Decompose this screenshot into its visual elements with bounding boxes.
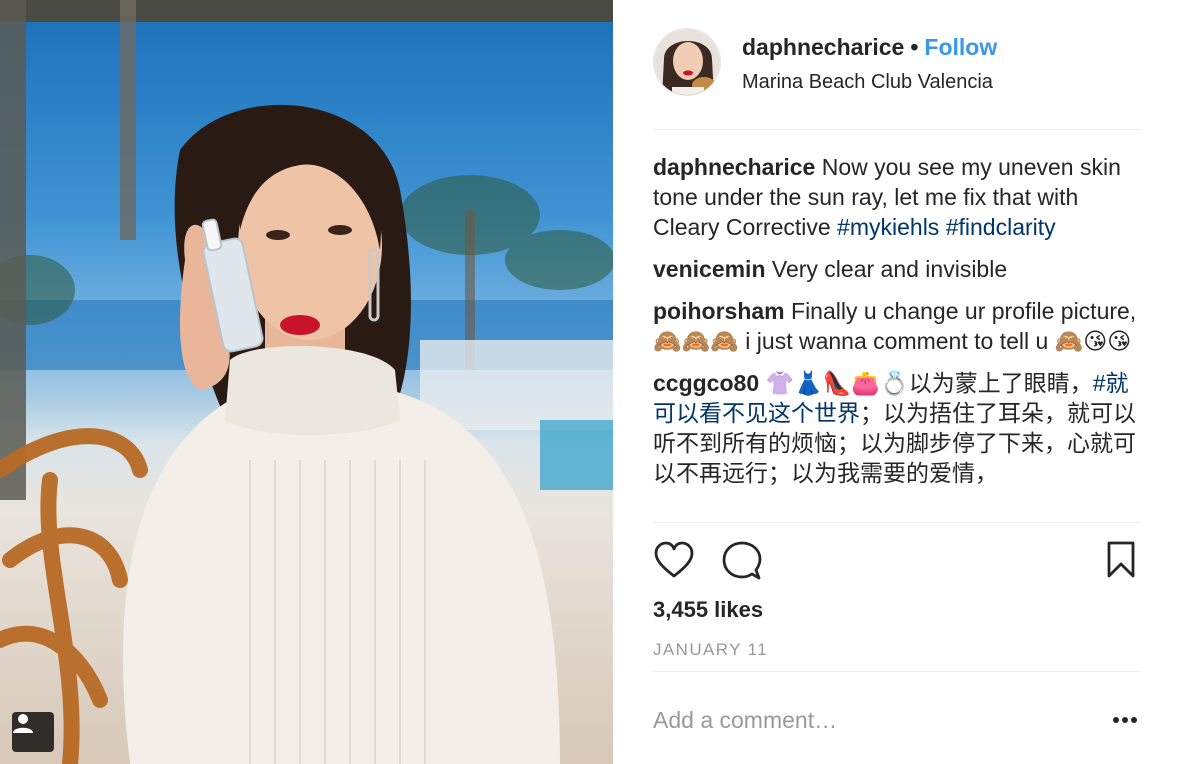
comment-item: poihorsham Finally u change ur profile p… bbox=[653, 296, 1141, 356]
footer-divider bbox=[653, 671, 1141, 672]
more-options-button[interactable] bbox=[1111, 712, 1141, 728]
add-comment-input[interactable] bbox=[653, 700, 1073, 740]
person-tag-icon bbox=[13, 714, 33, 733]
separator-dot: • bbox=[910, 34, 919, 60]
photo-illustration bbox=[0, 0, 613, 764]
ellipsis-icon bbox=[1113, 717, 1137, 723]
avatar-image bbox=[654, 29, 720, 95]
comment-item: venicemin Very clear and invisible bbox=[653, 254, 1141, 284]
user-tag-button[interactable] bbox=[12, 712, 54, 752]
action-bar bbox=[653, 540, 1141, 584]
post-photo[interactable] bbox=[0, 0, 613, 764]
post-date[interactable]: JANUARY 11 bbox=[653, 640, 768, 660]
comment-username[interactable]: ccggco80 bbox=[653, 370, 759, 396]
speech-bubble-icon bbox=[722, 541, 762, 580]
header-divider bbox=[653, 129, 1141, 130]
comment-button[interactable] bbox=[721, 540, 763, 587]
comment-text: Very clear and invisible bbox=[771, 256, 1008, 282]
location-link[interactable]: Marina Beach Club Valencia bbox=[742, 71, 993, 94]
bookmark-icon bbox=[1107, 541, 1135, 578]
follow-button[interactable]: Follow bbox=[924, 34, 997, 60]
save-button[interactable] bbox=[1105, 540, 1137, 585]
comment-username[interactable]: daphnecharice bbox=[653, 154, 815, 180]
avatar[interactable] bbox=[653, 28, 721, 96]
comments-list[interactable]: daphnecharice Now you see my uneven skin… bbox=[653, 152, 1141, 522]
post-sidebar: daphnecharice • Follow Marina Beach Club V… bbox=[613, 0, 1180, 764]
hashtag-link[interactable]: #mykiehls bbox=[837, 214, 939, 240]
comment-username[interactable]: poihorsham bbox=[653, 298, 785, 324]
post-header: daphnecharice • Follow Marina Beach Club V… bbox=[653, 28, 1141, 98]
header-title-row: daphnecharice • Follow bbox=[742, 34, 997, 61]
comment-username[interactable]: venicemin bbox=[653, 256, 766, 282]
heart-outline-icon bbox=[654, 541, 694, 578]
comment-text: 👚👗👠👛💍以为蒙上了眼睛， bbox=[765, 370, 1093, 396]
hashtag-link[interactable]: #findclarity bbox=[946, 214, 1056, 240]
username-link[interactable]: daphnecharice bbox=[742, 34, 904, 60]
comments-divider bbox=[653, 522, 1141, 523]
comment-item: ccggco80 👚👗👠👛💍以为蒙上了眼睛，#就可以看不见这个世界；以为捂住了耳… bbox=[653, 368, 1141, 488]
instagram-post: daphnecharice • Follow Marina Beach Club V… bbox=[0, 0, 1180, 764]
like-button[interactable] bbox=[653, 540, 695, 585]
likes-count[interactable]: 3,455 likes bbox=[653, 597, 763, 623]
caption: daphnecharice Now you see my uneven skin… bbox=[653, 152, 1141, 242]
